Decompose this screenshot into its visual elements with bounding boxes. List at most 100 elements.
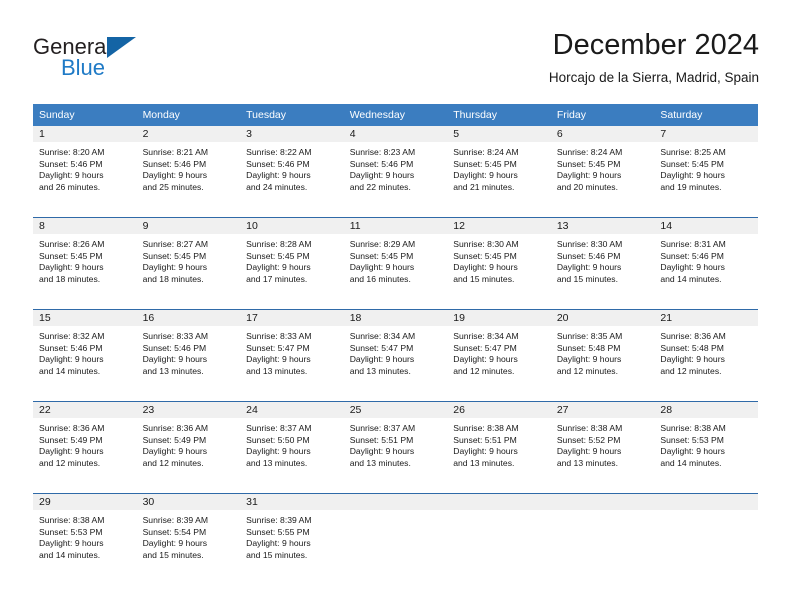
daylight-text-line2: and 20 minutes. xyxy=(556,181,618,192)
day-cell[interactable]: 6 Sunrise: 8:24 AM Sunset: 5:45 PM Daylight… xyxy=(550,126,655,210)
sunset-text: Sunset: 5:46 PM xyxy=(142,158,207,169)
day-details: Sunrise: 8:34 AM Sunset: 5:47 PM Daylight:… xyxy=(447,326,551,377)
day-cell[interactable]: 21 Sunrise: 8:36 AM Sunset: 5:48 PM Dayligh… xyxy=(654,310,758,394)
day-details: Sunrise: 8:34 AM Sunset: 5:47 PM Daylight:… xyxy=(344,326,448,377)
daylight-text-line1: Daylight: 9 hours xyxy=(556,170,622,181)
sunset-text: Sunset: 5:47 PM xyxy=(453,342,517,353)
sunrise-text: Sunrise: 8:33 AM xyxy=(142,331,209,341)
daylight-text-line1: Daylight: 9 hours xyxy=(142,538,208,549)
daylight-text-line2: and 13 minutes. xyxy=(453,457,515,468)
day-details: Sunrise: 8:31 AM Sunset: 5:46 PM Daylight:… xyxy=(654,234,758,285)
day-details: Sunrise: 8:26 AM Sunset: 5:45 PM Daylight:… xyxy=(33,234,137,285)
daylight-text-line2: and 15 minutes. xyxy=(453,273,515,284)
sunset-text: Sunset: 5:45 PM xyxy=(660,158,724,169)
day-cell[interactable]: 7 Sunrise: 8:25 AM Sunset: 5:45 PM Daylight… xyxy=(654,126,758,210)
week-separator xyxy=(33,210,758,218)
day-cell[interactable]: 10 Sunrise: 8:28 AM Sunset: 5:45 PM Dayligh… xyxy=(240,218,344,302)
day-cell-empty xyxy=(447,494,551,578)
sunrise-text: Sunrise: 8:38 AM xyxy=(39,515,105,525)
daylight-text-line2: and 15 minutes. xyxy=(556,273,618,284)
day-number: 1 xyxy=(33,126,137,142)
day-details: Sunrise: 8:23 AM Sunset: 5:46 PM Daylight:… xyxy=(344,142,448,193)
day-number xyxy=(654,494,758,510)
day-number: 4 xyxy=(343,126,448,142)
day-cell[interactable]: 16 Sunrise: 8:33 AM Sunset: 5:46 PM Dayligh… xyxy=(136,310,241,394)
generalblue-logo[interactable]: General Blue xyxy=(33,34,273,90)
day-cell[interactable]: 22 Sunrise: 8:36 AM Sunset: 5:49 PM Dayligh… xyxy=(33,402,137,486)
daylight-text-line2: and 15 minutes. xyxy=(246,549,308,560)
day-cell[interactable]: 17 Sunrise: 8:33 AM Sunset: 5:47 PM Dayligh… xyxy=(240,310,344,394)
sunrise-text: Sunrise: 8:29 AM xyxy=(349,239,416,249)
day-details: Sunrise: 8:37 AM Sunset: 5:50 PM Daylight:… xyxy=(240,418,344,469)
day-number: 25 xyxy=(343,402,448,418)
day-cell[interactable]: 4 Sunrise: 8:23 AM Sunset: 5:46 PM Daylight… xyxy=(343,126,448,210)
day-number: 9 xyxy=(136,218,241,234)
sunrise-text: Sunrise: 8:37 AM xyxy=(349,423,416,433)
daylight-text-line2: and 19 minutes. xyxy=(660,181,722,192)
daylight-text-line2: and 13 minutes. xyxy=(349,365,411,376)
day-details: Sunrise: 8:33 AM Sunset: 5:46 PM Daylight:… xyxy=(137,326,241,377)
sunset-text: Sunset: 5:49 PM xyxy=(142,434,207,445)
day-cell[interactable]: 3 Sunrise: 8:22 AM Sunset: 5:46 PM Daylight… xyxy=(240,126,344,210)
day-cell[interactable]: 29 Sunrise: 8:38 AM Sunset: 5:53 PM Dayligh… xyxy=(33,494,137,578)
day-cell[interactable]: 23 Sunrise: 8:36 AM Sunset: 5:49 PM Dayligh… xyxy=(136,402,241,486)
day-cell[interactable]: 9 Sunrise: 8:27 AM Sunset: 5:45 PM Daylight… xyxy=(136,218,241,302)
sunrise-text: Sunrise: 8:36 AM xyxy=(39,423,105,433)
day-details: Sunrise: 8:20 AM Sunset: 5:46 PM Daylight:… xyxy=(33,142,137,193)
daylight-text-line2: and 21 minutes. xyxy=(453,181,515,192)
sunrise-text: Sunrise: 8:24 AM xyxy=(453,147,519,157)
day-cell[interactable]: 5 Sunrise: 8:24 AM Sunset: 5:45 PM Daylight… xyxy=(447,126,551,210)
sunset-text: Sunset: 5:47 PM xyxy=(246,342,310,353)
day-cell[interactable]: 28 Sunrise: 8:38 AM Sunset: 5:53 PM Dayligh… xyxy=(654,402,758,486)
day-cell[interactable]: 24 Sunrise: 8:37 AM Sunset: 5:50 PM Dayligh… xyxy=(240,402,344,486)
calendar-grid: Sunday Monday Tuesday Wednesday Thursday… xyxy=(33,104,758,578)
sunset-text: Sunset: 5:45 PM xyxy=(246,250,310,261)
sunset-text: Sunset: 5:46 PM xyxy=(142,342,207,353)
day-cell[interactable]: 13 Sunrise: 8:30 AM Sunset: 5:46 PM Dayligh… xyxy=(550,218,655,302)
day-cell[interactable]: 8 Sunrise: 8:26 AM Sunset: 5:45 PM Daylight… xyxy=(33,218,137,302)
day-number: 14 xyxy=(654,218,758,234)
daylight-text-line1: Daylight: 9 hours xyxy=(349,446,415,457)
sunset-text: Sunset: 5:46 PM xyxy=(660,250,724,261)
day-details: Sunrise: 8:36 AM Sunset: 5:49 PM Daylight:… xyxy=(33,418,137,469)
day-details: Sunrise: 8:30 AM Sunset: 5:45 PM Daylight:… xyxy=(447,234,551,285)
day-details: Sunrise: 8:36 AM Sunset: 5:49 PM Daylight:… xyxy=(137,418,241,469)
daylight-text-line1: Daylight: 9 hours xyxy=(349,262,415,273)
sunrise-text: Sunrise: 8:39 AM xyxy=(246,515,312,525)
day-cell[interactable]: 18 Sunrise: 8:34 AM Sunset: 5:47 PM Dayligh… xyxy=(343,310,448,394)
sunrise-text: Sunrise: 8:33 AM xyxy=(246,331,312,341)
daylight-text-line2: and 26 minutes. xyxy=(39,181,101,192)
day-cell[interactable]: 2 Sunrise: 8:21 AM Sunset: 5:46 PM Daylight… xyxy=(136,126,241,210)
day-cell[interactable]: 12 Sunrise: 8:30 AM Sunset: 5:45 PM Dayligh… xyxy=(447,218,551,302)
day-cell[interactable]: 26 Sunrise: 8:38 AM Sunset: 5:51 PM Dayligh… xyxy=(447,402,551,486)
day-cell[interactable]: 1 Sunrise: 8:20 AM Sunset: 5:46 PM Daylight… xyxy=(33,126,137,210)
day-cell[interactable]: 15 Sunrise: 8:32 AM Sunset: 5:46 PM Dayligh… xyxy=(33,310,137,394)
calendar-page: General Blue December 2024 Horcajo de la… xyxy=(0,0,792,612)
sunrise-text: Sunrise: 8:39 AM xyxy=(142,515,209,525)
calendar-header-row: Sunday Monday Tuesday Wednesday Thursday… xyxy=(33,104,758,126)
day-cell[interactable]: 11 Sunrise: 8:29 AM Sunset: 5:45 PM Dayligh… xyxy=(343,218,448,302)
day-details: Sunrise: 8:33 AM Sunset: 5:47 PM Daylight:… xyxy=(240,326,344,377)
daylight-text-line1: Daylight: 9 hours xyxy=(349,170,415,181)
day-cell[interactable]: 19 Sunrise: 8:34 AM Sunset: 5:47 PM Dayligh… xyxy=(447,310,551,394)
day-details: Sunrise: 8:36 AM Sunset: 5:48 PM Daylight:… xyxy=(654,326,758,377)
day-cell[interactable]: 30 Sunrise: 8:39 AM Sunset: 5:54 PM Dayligh… xyxy=(136,494,241,578)
day-cell-empty xyxy=(654,494,758,578)
day-number: 6 xyxy=(550,126,655,142)
day-cell[interactable]: 25 Sunrise: 8:37 AM Sunset: 5:51 PM Dayligh… xyxy=(343,402,448,486)
day-number: 19 xyxy=(447,310,551,326)
sunrise-text: Sunrise: 8:38 AM xyxy=(453,423,519,433)
day-number: 18 xyxy=(343,310,448,326)
sunrise-text: Sunrise: 8:30 AM xyxy=(556,239,623,249)
day-number: 20 xyxy=(550,310,655,326)
day-details: Sunrise: 8:21 AM Sunset: 5:46 PM Daylight:… xyxy=(137,142,241,193)
day-cell[interactable]: 31 Sunrise: 8:39 AM Sunset: 5:55 PM Dayligh… xyxy=(240,494,344,578)
sunrise-text: Sunrise: 8:28 AM xyxy=(246,239,312,249)
daylight-text-line2: and 22 minutes. xyxy=(349,181,411,192)
day-cell[interactable]: 14 Sunrise: 8:31 AM Sunset: 5:46 PM Dayligh… xyxy=(654,218,758,302)
day-details: Sunrise: 8:30 AM Sunset: 5:46 PM Daylight:… xyxy=(551,234,655,285)
day-cell[interactable]: 27 Sunrise: 8:38 AM Sunset: 5:52 PM Dayligh… xyxy=(550,402,655,486)
daylight-text-line2: and 25 minutes. xyxy=(142,181,204,192)
page-title: December 2024 xyxy=(552,29,759,61)
day-cell[interactable]: 20 Sunrise: 8:35 AM Sunset: 5:48 PM Dayligh… xyxy=(550,310,655,394)
